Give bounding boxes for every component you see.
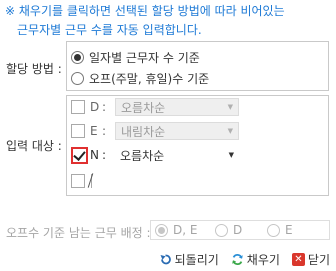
off-assign-option-d[interactable]: D [215, 223, 242, 237]
off-assign-label: 오프수 기준 남는 근무 배정 : [6, 226, 151, 240]
colon: : [102, 148, 107, 162]
close-button[interactable]: ✕ 닫기 [291, 251, 330, 268]
fill-label: 채우기 [246, 253, 280, 267]
notice-line-1: ※ 채우기를 클릭하면 선택된 할당 방법에 따라 비어있는 [5, 4, 285, 18]
close-label: 닫기 [307, 253, 330, 267]
input-target-label: 입력 대상 : [6, 139, 62, 153]
off-assign-option-d-label: D [233, 223, 243, 237]
input-row-empty [71, 172, 92, 190]
radio-unchecked-icon[interactable] [71, 72, 84, 85]
input-row-d: D : [71, 98, 106, 116]
close-icon: ✕ [291, 253, 305, 266]
letter-d: D [90, 100, 100, 114]
input-row-e: E : [71, 122, 106, 140]
chevron-down-icon: ▼ [227, 103, 233, 111]
fill-button[interactable]: 채우기 [231, 251, 280, 268]
checkbox-empty[interactable] [71, 174, 85, 188]
footer-actions: 되돌리기 채우기 ✕ 닫기 [159, 251, 330, 268]
letter-e: E [90, 124, 98, 138]
sort-dropdown-d-value: 오름차순 [121, 100, 166, 115]
off-assign-group: D, E D E [150, 220, 330, 240]
allocation-option-off-label: 오프(주말, 휴일)수 기준 [89, 72, 210, 86]
sort-dropdown-e[interactable]: 내림차순 ▼ [115, 122, 239, 140]
allocation-option-daily[interactable]: 일자별 근무자 수 기준 [71, 49, 200, 66]
off-assign-option-e[interactable]: E [267, 223, 293, 237]
chevron-down-icon: ▼ [228, 151, 234, 159]
radio-checked-icon[interactable] [71, 51, 84, 64]
undo-label: 되돌리기 [174, 253, 219, 267]
notice-text: ※ 채우기를 클릭하면 선택된 할당 방법에 따라 비어있는 근무자별 근무 수… [5, 2, 331, 40]
checkbox-d[interactable] [71, 100, 85, 114]
undo-icon [159, 253, 172, 266]
off-assign-option-de[interactable]: D, E [155, 223, 197, 237]
input-row-n: N : [71, 146, 106, 164]
input-target-group: D : 오름차순 ▼ E : 내림차순 ▼ N : 오름차순 ▼ [66, 95, 329, 196]
colon: : [102, 124, 107, 138]
allocation-option-daily-label: 일자별 근무자 수 기준 [89, 51, 200, 65]
refresh-icon [231, 253, 244, 266]
allocation-label: 할당 방법 : [6, 62, 62, 76]
sort-dropdown-n-value: 오름차순 [120, 148, 165, 163]
radio-checked-icon[interactable] [155, 223, 168, 237]
letter-n: N [90, 148, 99, 162]
sort-dropdown-n[interactable]: 오름차순 ▼ [115, 146, 239, 164]
sort-dropdown-d[interactable]: 오름차순 ▼ [115, 98, 239, 116]
radio-unchecked-icon[interactable] [215, 223, 228, 237]
notice-line-2: 근무자별 근무 수를 자동 입력합니다. [17, 23, 202, 37]
allocation-method-group: 일자별 근무자 수 기준 오프(주말, 휴일)수 기준 [66, 41, 329, 91]
sort-dropdown-e-value: 내림차순 [121, 124, 166, 139]
allocation-option-off[interactable]: 오프(주말, 휴일)수 기준 [71, 70, 209, 87]
undo-button[interactable]: 되돌리기 [159, 251, 219, 268]
off-assign-option-e-label: E [285, 223, 293, 237]
radio-unchecked-icon[interactable] [267, 223, 280, 237]
off-assign-option-de-label: D, E [173, 223, 198, 237]
checkbox-e[interactable] [71, 124, 85, 138]
colon: : [102, 100, 107, 114]
chevron-down-icon: ▼ [227, 127, 233, 135]
slash-mark-icon [85, 174, 92, 188]
checkbox-n[interactable] [71, 146, 88, 164]
